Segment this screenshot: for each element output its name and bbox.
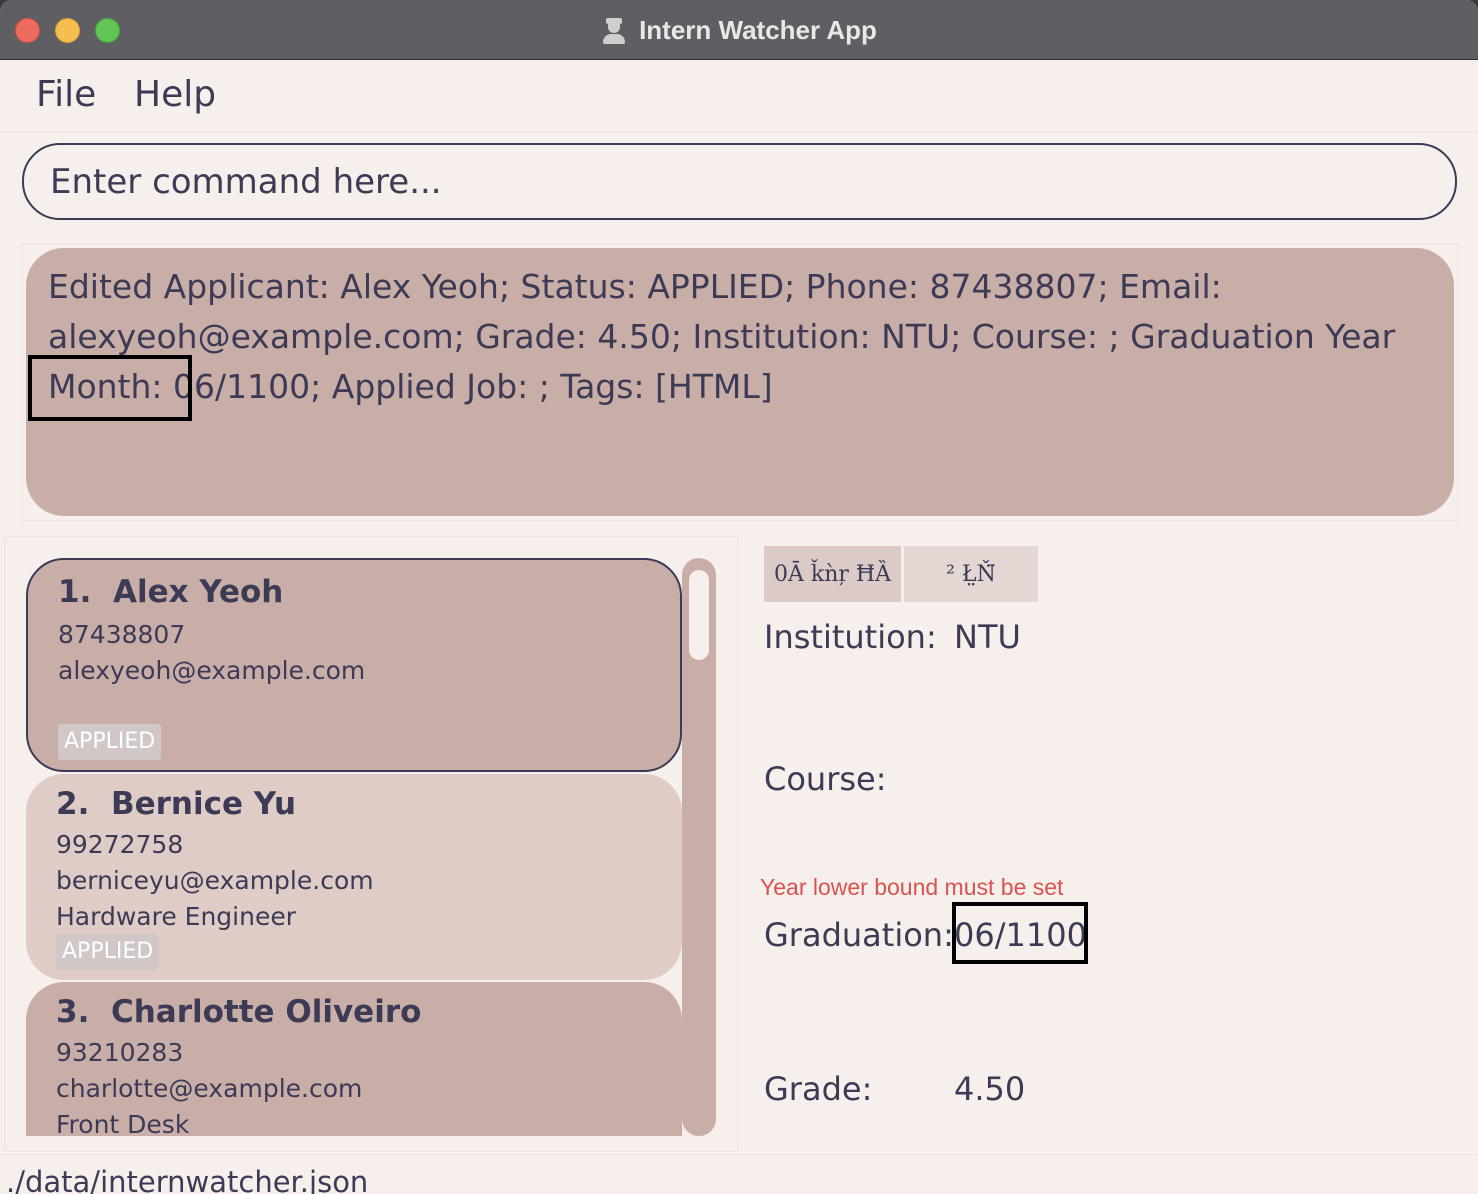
- error-message: Year lower bound must be set: [760, 874, 1064, 900]
- menu-file[interactable]: File: [36, 74, 96, 115]
- applicant-email: berniceyu@example.com: [56, 866, 374, 895]
- status-badge: APPLIED: [56, 934, 160, 970]
- list-scrollbar[interactable]: [682, 558, 716, 1136]
- applicant-job: Front Desk: [56, 1110, 190, 1136]
- tab-secondary[interactable]: ² Ł̤Ň̈: [904, 546, 1038, 602]
- institution-label: Institution:: [764, 618, 937, 656]
- status-badge: APPLIED: [58, 724, 162, 760]
- window-title: Intern Watcher App: [639, 14, 877, 45]
- data-file-path: ./data/internwatcher.json: [6, 1165, 369, 1194]
- graduation-label: Graduation:: [764, 916, 954, 954]
- applicant-email: charlotte@example.com: [56, 1074, 363, 1103]
- applicant-card[interactable]: 3. Charlotte Oliveiro 93210283 charlotte…: [26, 982, 682, 1136]
- highlight-box-result: [28, 355, 192, 421]
- result-display[interactable]: Edited Applicant: Alex Yeoh; Status: APP…: [26, 248, 1454, 516]
- result-message: Edited Applicant: Alex Yeoh; Status: APP…: [48, 267, 1396, 406]
- list-scrollbar-thumb[interactable]: [689, 570, 709, 660]
- course-label: Course:: [764, 760, 887, 798]
- applicant-phone: 99272758: [56, 830, 184, 859]
- applicant-email: alexyeoh@example.com: [58, 656, 366, 685]
- title-wrap: Intern Watcher App: [0, 0, 1478, 60]
- applicant-name: 3. Charlotte Oliveiro: [56, 994, 422, 1030]
- tab-details[interactable]: 0Ā ǩǹŗ ĦȀ: [764, 546, 901, 602]
- institution-value: NTU: [954, 618, 1021, 656]
- title-bar: Intern Watcher App: [0, 0, 1478, 60]
- applicant-card[interactable]: 2. Bernice Yu 99272758 berniceyu@example…: [26, 774, 682, 980]
- menu-help[interactable]: Help: [134, 74, 216, 115]
- applicant-card[interactable]: 1. Alex Yeoh 87438807 alexyeoh@example.c…: [26, 558, 682, 772]
- grade-value: 4.50: [954, 1070, 1026, 1108]
- grade-label: Grade:: [764, 1070, 873, 1108]
- menu-bar: File Help: [0, 60, 1478, 132]
- highlight-box-graduation: [952, 902, 1088, 964]
- command-input[interactable]: [22, 143, 1457, 220]
- applicant-phone: 87438807: [58, 620, 186, 649]
- app-window: Intern Watcher App File Help Edited Appl…: [0, 0, 1478, 1194]
- command-box: [0, 133, 1478, 231]
- app-logo-icon: [601, 16, 627, 44]
- applicant-list[interactable]: 1. Alex Yeoh 87438807 alexyeoh@example.c…: [26, 558, 682, 1136]
- applicant-name: 1. Alex Yeoh: [58, 574, 284, 610]
- applicant-name: 2. Bernice Yu: [56, 786, 297, 822]
- applicant-phone: 93210283: [56, 1038, 184, 1067]
- status-bar: ./data/internwatcher.json: [0, 1154, 1478, 1194]
- applicant-job: Hardware Engineer: [56, 902, 296, 931]
